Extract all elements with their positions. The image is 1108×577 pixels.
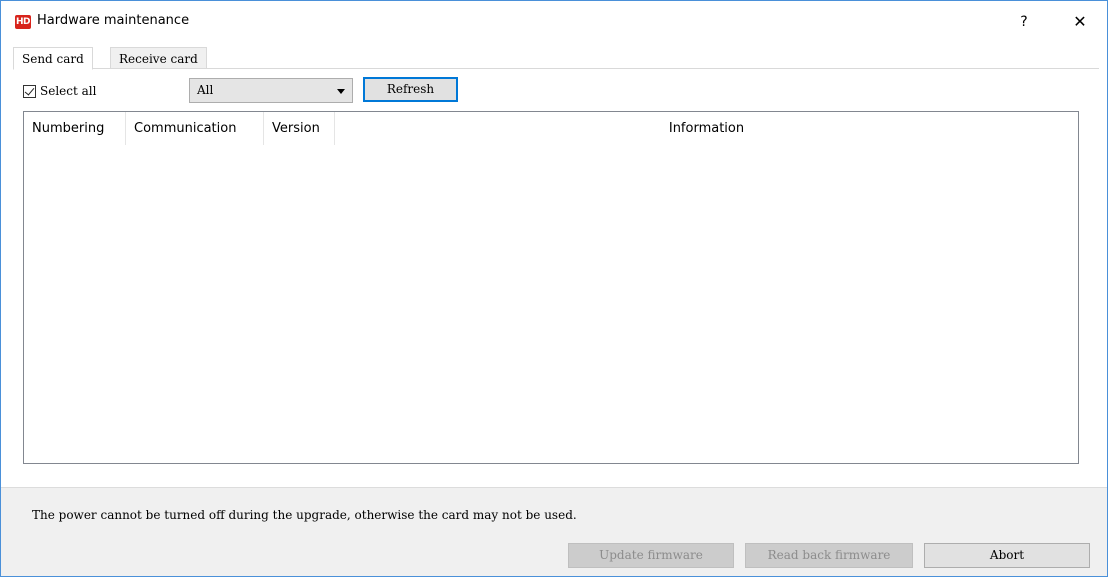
column-header-communication[interactable]: Communication: [126, 112, 264, 145]
read-back-firmware-button[interactable]: Read back firmware: [745, 543, 913, 568]
column-header-version[interactable]: Version: [264, 112, 335, 145]
title-bar: HD Hardware maintenance ? ✕: [1, 1, 1107, 41]
refresh-button[interactable]: Refresh: [363, 77, 458, 102]
app-logo-icon: HD: [15, 15, 31, 29]
close-button[interactable]: ✕: [1067, 10, 1093, 34]
upgrade-warning: The power cannot be turned off during th…: [32, 508, 577, 522]
help-button[interactable]: ?: [1013, 11, 1035, 33]
select-all-label: Select all: [40, 84, 97, 98]
caret-down-icon: [337, 89, 345, 94]
tab-receive-card[interactable]: Receive card: [110, 47, 207, 69]
filter-dropdown[interactable]: All: [189, 78, 353, 103]
card-table[interactable]: Numbering Communication Version Informat…: [23, 111, 1079, 464]
column-header-numbering[interactable]: Numbering: [24, 112, 126, 145]
window-title: Hardware maintenance: [37, 13, 190, 28]
checkbox-box[interactable]: [23, 84, 36, 98]
column-header-information[interactable]: Information: [335, 112, 1078, 145]
tab-send-card[interactable]: Send card: [13, 47, 93, 70]
check-icon: [24, 84, 35, 96]
table-header: Numbering Communication Version Informat…: [24, 112, 1078, 145]
select-all-checkbox[interactable]: Select all: [23, 83, 96, 99]
abort-button[interactable]: Abort: [924, 543, 1090, 568]
filter-value: All: [197, 83, 214, 97]
update-firmware-button[interactable]: Update firmware: [568, 543, 734, 568]
